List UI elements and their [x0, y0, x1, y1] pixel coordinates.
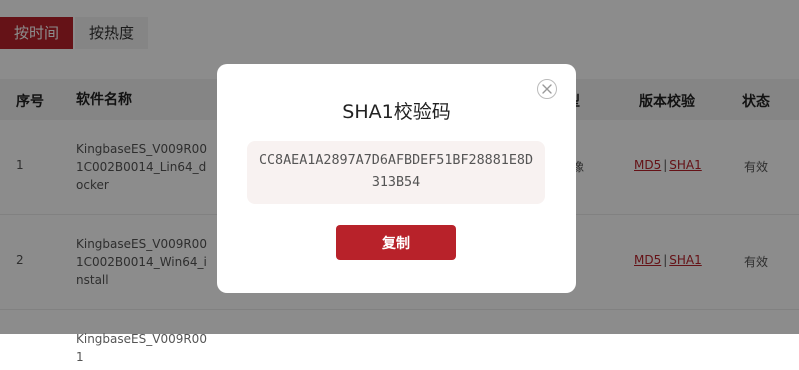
close-icon-glyph: [542, 84, 552, 94]
close-icon[interactable]: [537, 79, 557, 99]
dialog-title: SHA1校验码: [342, 101, 451, 123]
sha1-dialog: SHA1校验码 CC8AEA1A2897A7D6AFBDEF51BF28881E…: [217, 64, 576, 293]
sha1-hash-value: CC8AEA1A2897A7D6AFBDEF51BF28881E8D313B54: [247, 141, 545, 204]
copy-button[interactable]: 复制: [336, 225, 456, 260]
row-software-name: KingbaseES_V009R001: [76, 332, 207, 364]
